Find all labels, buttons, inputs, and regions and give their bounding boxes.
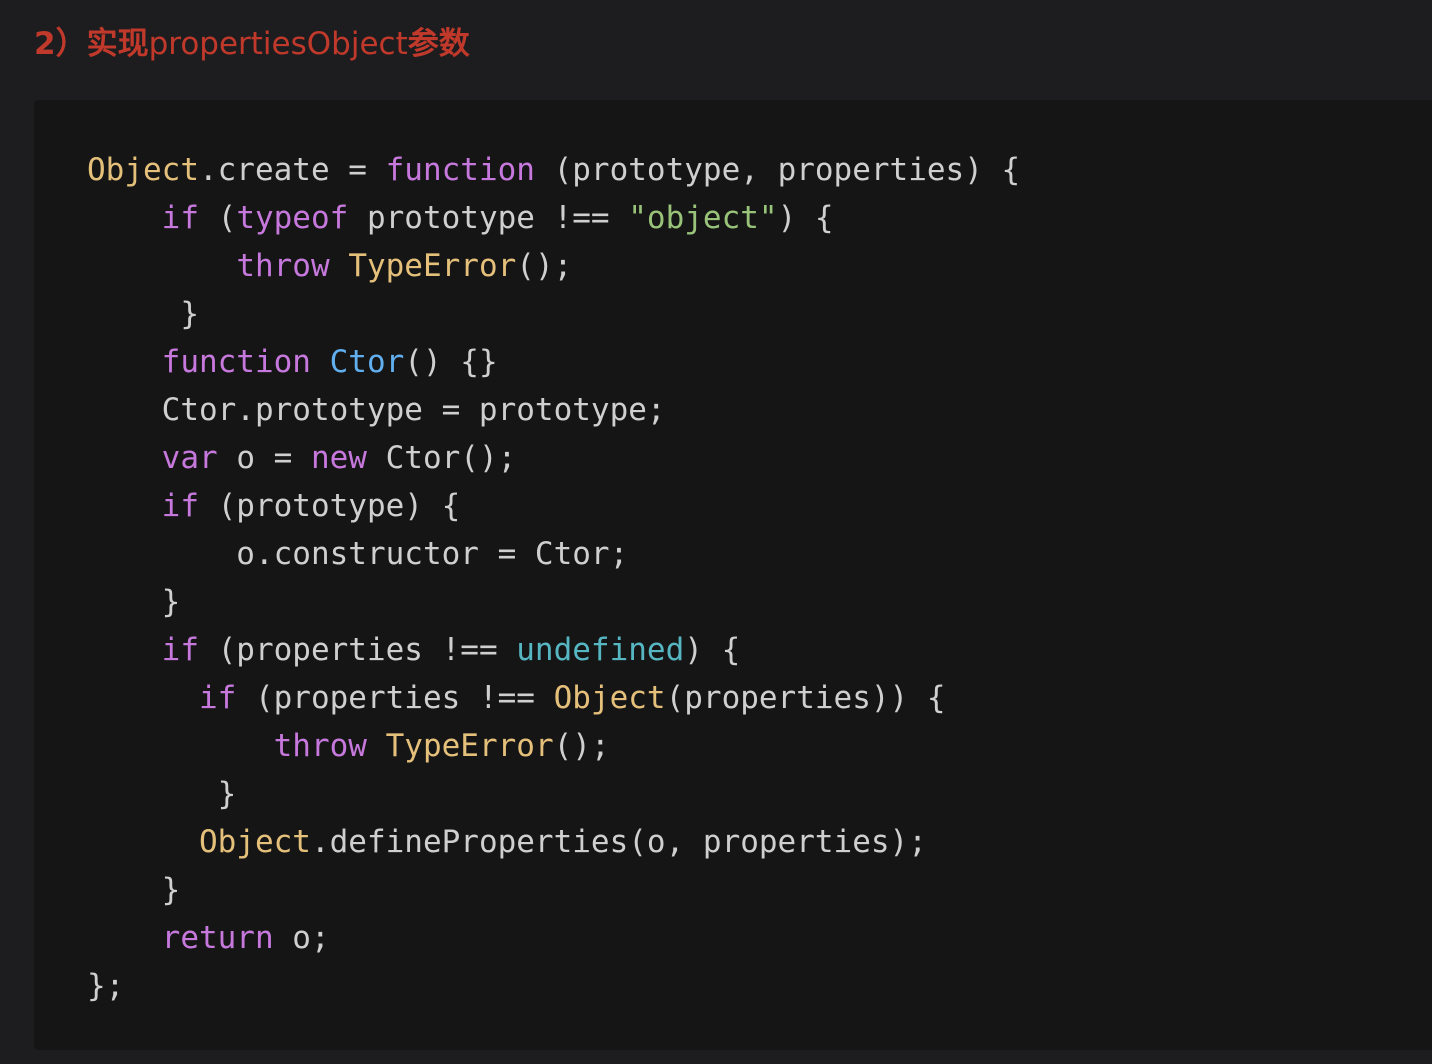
code-line: throw TypeError(); <box>87 722 1020 770</box>
code-line: Object.create = function (prototype, pro… <box>87 146 1020 194</box>
code-token: throw <box>236 248 330 284</box>
code-token: var <box>161 440 218 476</box>
code-token: ( <box>198 200 237 236</box>
code-token: } <box>87 872 181 908</box>
code-token: function <box>385 152 535 188</box>
code-token: o.constructor = Ctor; <box>87 536 629 572</box>
code-line: }; <box>87 962 1020 1010</box>
code-content: Object.create = function (prototype, pro… <box>87 146 1020 1010</box>
code-token: }; <box>87 968 125 1004</box>
code-token: } <box>87 584 181 620</box>
code-token: Ctor(); <box>366 440 517 476</box>
code-token: (prototype, properties) { <box>534 152 1021 188</box>
code-token: Object <box>553 680 666 716</box>
code-token: (properties !== <box>198 632 517 668</box>
code-token: typeof <box>236 200 349 236</box>
code-line: if (prototype) { <box>87 482 1020 530</box>
heading-keyword: propertiesObject <box>148 26 408 62</box>
code-token: (properties !== <box>236 680 554 716</box>
code-token: undefined <box>516 632 685 668</box>
code-token: } <box>87 776 237 812</box>
code-line: throw TypeError(); <box>87 242 1020 290</box>
code-token: (properties)) { <box>665 680 946 716</box>
code-line: if (typeof prototype !== "object") { <box>87 194 1020 242</box>
code-token: o = <box>217 440 311 476</box>
code-line: } <box>87 290 1020 338</box>
code-token: prototype !== <box>348 200 629 236</box>
code-token: if <box>161 632 199 668</box>
code-token: .defineProperties(o, properties); <box>310 824 927 860</box>
code-token: TypeError <box>348 248 517 284</box>
code-line: if (properties !== undefined) { <box>87 626 1020 674</box>
code-token: Ctor.prototype = prototype; <box>87 392 666 428</box>
heading-suffix: 参数 <box>407 26 470 62</box>
code-line: } <box>87 866 1020 914</box>
code-line: } <box>87 770 1020 818</box>
code-line: function Ctor() {} <box>87 338 1020 386</box>
code-token: .create = <box>198 152 386 188</box>
code-token: o; <box>273 920 330 956</box>
code-token: (); <box>553 728 610 764</box>
code-line: Ctor.prototype = prototype; <box>87 386 1020 434</box>
code-token: ) { <box>684 632 741 668</box>
code-token: if <box>198 680 237 716</box>
code-token: if <box>161 200 199 236</box>
code-token: } <box>87 296 199 332</box>
code-token: Ctor <box>329 344 405 380</box>
code-token: TypeError <box>385 728 554 764</box>
code-line: o.constructor = Ctor; <box>87 530 1020 578</box>
code-line: Object.defineProperties(o, properties); <box>87 818 1020 866</box>
code-token: if <box>161 488 199 524</box>
code-line: var o = new Ctor(); <box>87 434 1020 482</box>
heading-prefix: 实现 <box>86 26 149 62</box>
code-token: return <box>161 920 274 956</box>
code-line: } <box>87 578 1020 626</box>
heading-number: 2） <box>34 26 87 62</box>
code-token: (prototype) { <box>198 488 461 524</box>
code-token: () {} <box>404 344 498 380</box>
code-line: if (properties !== Object(properties)) { <box>87 674 1020 722</box>
code-token: (); <box>516 248 573 284</box>
code-token: Object <box>87 152 199 188</box>
section-heading: 2）实现propertiesObject参数 <box>34 20 470 68</box>
code-token: new <box>310 440 367 476</box>
code-token: ) { <box>777 200 834 236</box>
code-token: function <box>161 344 311 380</box>
code-token: "object" <box>628 200 778 236</box>
code-line: return o; <box>87 914 1020 962</box>
code-token: throw <box>273 728 367 764</box>
code-token: Object <box>198 824 311 860</box>
